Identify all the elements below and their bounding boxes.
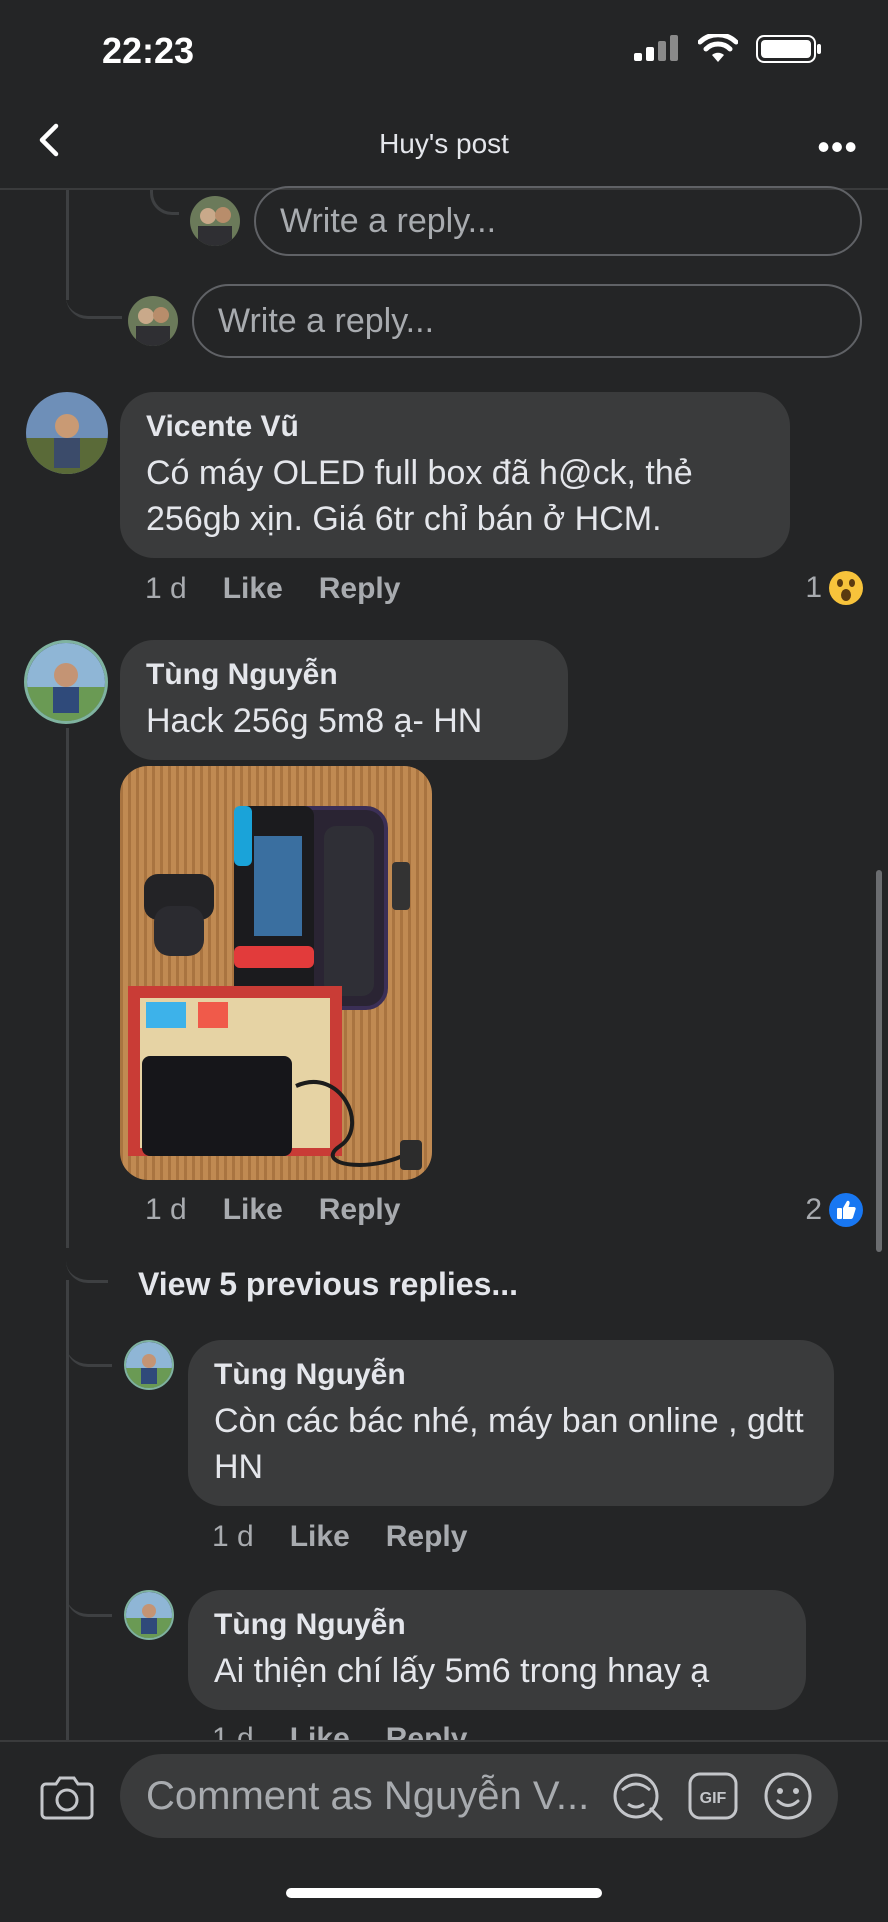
reaction-count: 1 — [805, 571, 822, 604]
reply-bubble: Tùng Nguyễn Còn các bác nhé, máy ban onl… — [188, 1340, 834, 1506]
commenter-avatar[interactable] — [26, 392, 108, 474]
reaction-count: 2 — [805, 1193, 822, 1226]
comment-text: Có máy OLED full box đã h@ck, thẻ 256gb … — [146, 454, 693, 538]
like-button[interactable]: Like — [223, 1193, 283, 1227]
emoji-icon[interactable] — [762, 1770, 814, 1822]
gif-icon[interactable]: GIF — [688, 1772, 738, 1820]
thread-connector — [150, 190, 179, 215]
comment-time: 1 d — [145, 1193, 187, 1226]
wow-emoji-icon — [829, 571, 863, 605]
write-reply-input[interactable]: Write a reply... — [192, 284, 862, 358]
reply-text: Ai thiện chí lấy 5m6 trong hnay ạ — [214, 1652, 710, 1690]
thread-connector — [66, 1570, 112, 1617]
comment-bubble: Tùng Nguyễn Hack 256g 5m8 ạ- HN — [120, 640, 568, 760]
reply-time: 1 d — [212, 1520, 254, 1553]
reply-actions: 1 d Like Reply — [212, 1520, 467, 1554]
thread-connector — [66, 270, 122, 319]
comment-time: 1 d — [145, 572, 187, 605]
reply-button[interactable]: Reply — [386, 1520, 468, 1554]
comment-author[interactable]: Tùng Nguyễn — [146, 658, 542, 692]
avatar-sticker-icon[interactable] — [612, 1770, 666, 1822]
comment-actions: 1 d Like Reply — [145, 572, 400, 606]
reply-author[interactable]: Tùng Nguyễn — [214, 1358, 808, 1392]
comment-author[interactable]: Vicente Vũ — [146, 410, 764, 444]
thread-line — [66, 728, 69, 1248]
thread-connector — [66, 1240, 108, 1283]
reaction-summary[interactable]: 1 — [805, 570, 864, 606]
comment-text: Hack 256g 5m8 ạ- HN — [146, 702, 483, 740]
reply-text: Còn các bác nhé, máy ban online , gdtt H… — [214, 1402, 804, 1486]
page-title: Huy's post — [379, 128, 509, 159]
comment-placeholder: Comment as Nguyễn V... — [146, 1773, 590, 1818]
status-time: 22:23 — [102, 30, 195, 71]
comment-bubble: Vicente Vũ Có máy OLED full box đã h@ck,… — [120, 392, 790, 558]
scrollbar[interactable] — [876, 870, 882, 1252]
commenter-avatar[interactable] — [24, 640, 108, 724]
view-previous-replies-link[interactable]: View 5 previous replies... — [138, 1266, 518, 1303]
like-thumb-icon — [829, 1193, 863, 1227]
more-options-icon[interactable]: ••• — [817, 126, 858, 168]
user-avatar — [190, 196, 240, 246]
reply-avatar[interactable] — [124, 1590, 174, 1640]
status-icons — [634, 34, 822, 64]
thread-connector — [66, 1320, 112, 1367]
reply-avatar[interactable] — [124, 1340, 174, 1390]
like-button[interactable]: Like — [223, 572, 283, 606]
comment-photo[interactable] — [120, 766, 432, 1180]
reply-author[interactable]: Tùng Nguyễn — [214, 1608, 780, 1642]
battery-icon — [756, 35, 821, 63]
comment-actions: 1 d Like Reply — [145, 1193, 400, 1227]
reaction-summary[interactable]: 2 — [805, 1192, 864, 1228]
reply-bubble: Tùng Nguyễn Ai thiện chí lấy 5m6 trong h… — [188, 1590, 806, 1710]
like-button[interactable]: Like — [290, 1520, 350, 1554]
home-indicator — [286, 1888, 602, 1898]
svg-text:GIF: GIF — [700, 1790, 727, 1807]
camera-icon[interactable] — [40, 1774, 94, 1820]
wifi-icon — [698, 34, 738, 62]
reply-button[interactable]: Reply — [319, 572, 401, 606]
cellular-signal-icon — [634, 35, 678, 61]
write-reply-input[interactable]: Write a reply... — [254, 186, 862, 256]
user-avatar — [128, 296, 178, 346]
reply-button[interactable]: Reply — [319, 1193, 401, 1227]
